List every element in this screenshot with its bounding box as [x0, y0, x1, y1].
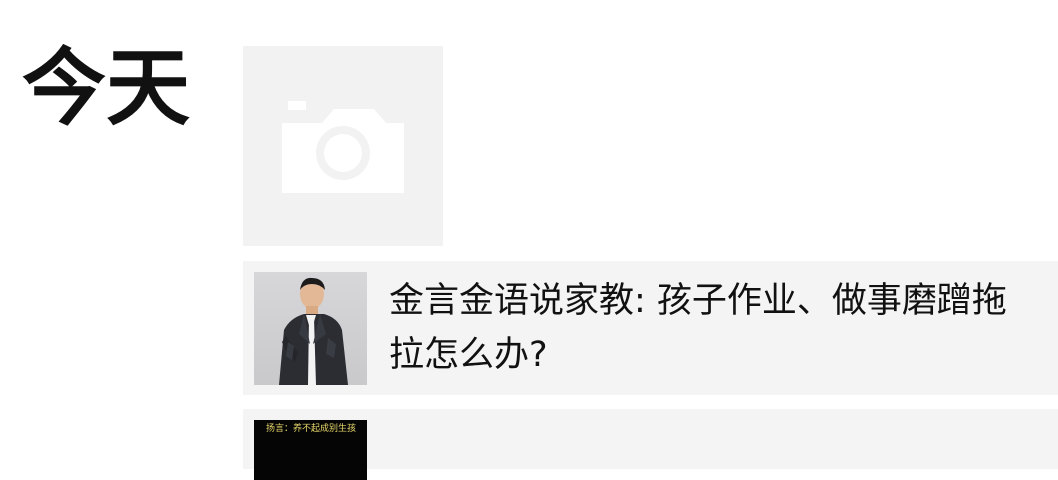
photo-placeholder[interactable] [243, 46, 443, 246]
thumbnail-caption: 扬言：养不起成别生孩 [266, 424, 357, 434]
man-portrait-thumbnail [254, 272, 367, 385]
camera-icon [282, 101, 404, 193]
article-thumbnail: 扬言：养不起成别生孩 [254, 420, 367, 480]
article-title[interactable]: 金言金语说家教: 孩子作业、做事磨蹭拖拉怎么办? [389, 274, 1039, 382]
shared-article-card[interactable]: 扬言：养不起成别生孩 [243, 409, 1058, 480]
article-thumbnail [254, 272, 367, 385]
date-label: 今天 [22, 39, 191, 137]
shared-article-card[interactable]: 金言金语说家教: 孩子作业、做事磨蹭拖拉怎么办? [243, 261, 1058, 395]
